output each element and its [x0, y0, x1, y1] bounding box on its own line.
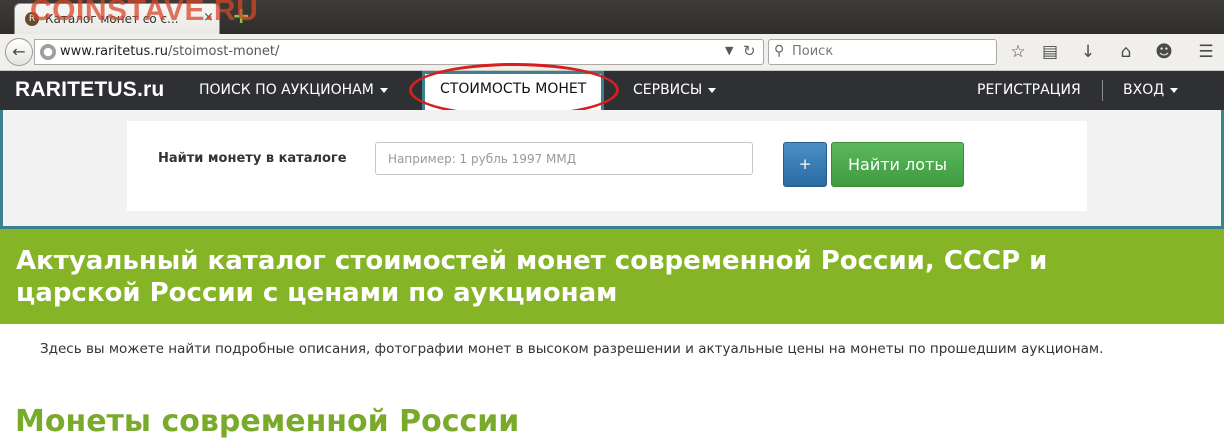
nav-services-label: СЕРВИСЫ — [633, 82, 703, 98]
browser-toolbar: ← ● www.raritetus.ru/stoimost-monet/ ▼ ↻… — [0, 34, 1224, 71]
nav-auctions-label: ПОИСК ПО АУКЦИОНАМ — [199, 82, 374, 98]
url-domain: www.raritetus.ru — [60, 44, 169, 59]
downloads-icon[interactable]: ↓ — [1077, 41, 1099, 63]
section-heading: Монеты современной России — [15, 404, 520, 439]
tab-title: Каталог монет со с... — [45, 12, 179, 26]
nav-login-label: ВХОД — [1123, 82, 1165, 98]
caret-down-icon — [708, 87, 717, 93]
smiley-icon[interactable]: ☻ — [1153, 41, 1175, 63]
nav-services[interactable]: СЕРВИСЫ — [633, 82, 717, 98]
url-bar[interactable]: ● www.raritetus.ru/stoimost-monet/ ▼ ↻ — [34, 39, 764, 65]
bookmark-star-icon[interactable]: ☆ — [1007, 41, 1029, 63]
site-logo[interactable]: RARITETUS.ru — [15, 78, 164, 102]
browser-tab-bar: R Каталог монет со с... × + COINSTAVE.RU — [0, 0, 1224, 34]
caret-down-icon — [379, 87, 388, 93]
new-tab-icon[interactable]: + — [232, 4, 250, 29]
reload-icon[interactable]: ↻ — [743, 42, 756, 60]
home-icon[interactable]: ⌂ — [1115, 41, 1137, 63]
caret-down-icon — [1170, 87, 1179, 93]
page-banner: Актуальный каталог стоимостей монет совр… — [0, 229, 1224, 324]
nav-divider — [1102, 80, 1103, 101]
back-arrow-icon[interactable]: ← — [5, 38, 33, 66]
menu-icon[interactable]: ☰ — [1195, 41, 1217, 63]
nav-login[interactable]: ВХОД — [1123, 82, 1179, 98]
search-panel: Найти монету в каталоге + Найти лоты — [0, 110, 1224, 229]
nav-coin-value[interactable]: СТОИМОСТЬ МОНЕТ — [422, 71, 604, 114]
nav-coin-value-label: СТОИМОСТЬ МОНЕТ — [440, 81, 587, 97]
find-coin-label: Найти монету в каталоге — [158, 151, 347, 166]
search-icon: ⚲ — [774, 43, 785, 59]
browser-search-bar[interactable]: ⚲ Поиск — [768, 39, 997, 65]
browser-tab[interactable]: R Каталог монет со с... × — [14, 3, 220, 34]
add-filter-button[interactable]: + — [783, 142, 827, 187]
site-navbar: RARITETUS.ru ПОИСК ПО АУКЦИОНАМ СЕРВИСЫ … — [0, 71, 1224, 110]
close-tab-icon[interactable]: × — [203, 10, 214, 25]
browser-search-placeholder: Поиск — [792, 44, 834, 59]
intro-text: Здесь вы можете найти подробные описания… — [40, 341, 1104, 357]
globe-icon: ● — [40, 44, 56, 60]
url-path: /stoimost-monet/ — [168, 44, 280, 59]
search-card: Найти монету в каталоге + Найти лоты — [127, 121, 1087, 211]
dropdown-arrow-icon[interactable]: ▼ — [725, 44, 733, 57]
url-text[interactable]: www.raritetus.ru/stoimost-monet/ — [60, 44, 279, 59]
find-lots-button[interactable]: Найти лоты — [831, 142, 964, 187]
reading-list-icon[interactable]: ▤ — [1039, 41, 1061, 63]
nav-register[interactable]: РЕГИСТРАЦИЯ — [977, 82, 1081, 98]
page-title: Актуальный каталог стоимостей монет совр… — [16, 246, 1048, 308]
nav-auctions[interactable]: ПОИСК ПО АУКЦИОНАМ — [199, 82, 388, 98]
coin-search-input[interactable] — [375, 142, 753, 175]
site-favicon-icon: R — [25, 12, 39, 26]
